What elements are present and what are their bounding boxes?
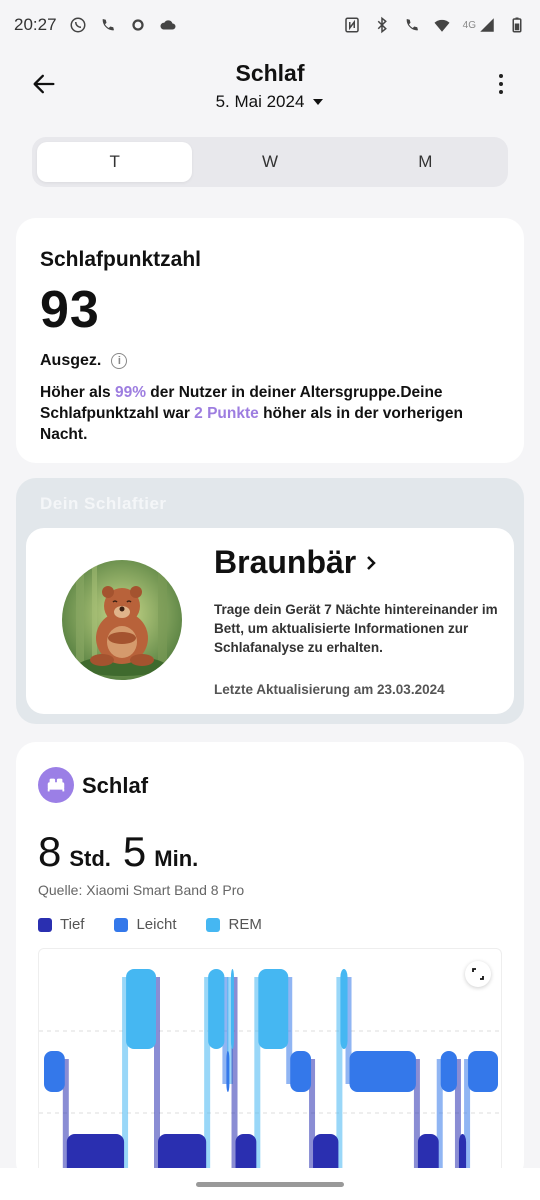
sleep-stage-segment-leicht (44, 1051, 65, 1092)
status-time: 20:27 (14, 15, 57, 34)
nfc-icon (343, 16, 361, 34)
legend-item-deep: Tief (38, 916, 84, 933)
signal-icon (478, 16, 496, 34)
sleep-score-card[interactable]: Schlafpunktzahl 93 Ausgez. i Höher als 9… (16, 218, 524, 463)
date-picker[interactable]: 5. Mai 2024 (0, 92, 540, 112)
sleep-stage-segment-leicht (440, 1051, 457, 1092)
more-dot-icon (499, 82, 503, 86)
score-desc-percent: 99% (114, 384, 146, 401)
score-desc-part1: Höher als (40, 384, 115, 401)
home-gesture-handle[interactable] (196, 1182, 344, 1187)
tab-week[interactable]: W (192, 142, 347, 182)
sleep-stage-segment-rem (230, 969, 234, 1049)
score-desc-points: 2 Punkte (194, 405, 259, 422)
period-tabs: T W M (32, 137, 508, 187)
legend-label-deep: Tief (60, 916, 85, 933)
sleep-stage-segment-rem (126, 969, 156, 1049)
whatsapp-icon (69, 16, 87, 34)
sleep-stage-segment-leicht (290, 1051, 312, 1092)
score-description: Höher als 99% der Nutzer in deiner Alter… (40, 382, 500, 445)
legend-label-light: Leicht (136, 916, 177, 933)
sleep-animal-description: Trage dein Gerät 7 Nächte hintereinander… (214, 602, 498, 655)
legend-item-rem: REM (206, 916, 262, 933)
duration-hours: 8 (38, 828, 62, 875)
sleep-animal-name: Braunbär (214, 544, 357, 580)
status-left: 20:27 (14, 15, 177, 35)
sleep-animal-updated: Letzte Aktualisierung am 23.03.2024 (214, 682, 445, 697)
app-bar: Schlaf 5. Mai 2024 (0, 52, 540, 122)
duration-minutes: 5 (122, 828, 147, 875)
bear-avatar-image (62, 560, 182, 680)
sleep-duration: 8 Std. 5 Min. (38, 828, 202, 876)
sleep-stage-chart-svg (39, 969, 503, 1182)
score-title: Schlafpunktzahl (40, 248, 202, 271)
legend-swatch-rem (206, 917, 221, 932)
legend-swatch-deep (38, 917, 52, 932)
score-value: 93 (40, 281, 100, 339)
chart-legend: Tief Leicht REM (38, 916, 262, 933)
data-source: Quelle: Xiaomi Smart Band 8 Pro (38, 882, 245, 898)
score-quality: Ausgez. (40, 352, 102, 369)
sleep-stage-segment-leicht (468, 1051, 498, 1092)
sleep-animal-name-link[interactable]: Braunbär (214, 544, 378, 581)
more-options-button[interactable] (486, 64, 516, 104)
duration-hours-unit: Std. (69, 846, 111, 871)
expand-icon (472, 968, 484, 980)
sleep-stage-segment-leicht (226, 1051, 230, 1092)
bed-icon (38, 767, 74, 803)
more-dot-icon (499, 90, 503, 94)
page-title: Schlaf (235, 60, 305, 86)
more-dot-icon (499, 74, 503, 78)
status-right: 4G (343, 16, 526, 34)
status-bar: 20:27 4G (0, 0, 540, 50)
legend-label-rem: REM (228, 916, 262, 933)
date-label: 5. Mai 2024 (215, 92, 305, 111)
sleep-stage-segment-leicht (349, 1051, 416, 1092)
tab-month[interactable]: M (348, 142, 503, 182)
sleep-animal-section: Dein Schlaftier Braunbär Trage dein Gerä… (16, 478, 524, 724)
caret-down-icon (313, 99, 324, 105)
sleep-stage-chart[interactable] (38, 948, 503, 1182)
sleep-stage-segment-rem (258, 969, 289, 1049)
sleep-title: Schlaf (82, 773, 149, 798)
score-quality-row: Ausgez. i (40, 352, 500, 370)
battery-icon (508, 16, 526, 34)
sleep-animal-label: Dein Schlaftier (40, 494, 167, 513)
expand-chart-button[interactable] (465, 961, 491, 987)
circle-icon (129, 16, 147, 34)
sleep-animal-card[interactable]: Braunbär Trage dein Gerät 7 Nächte hinte… (26, 528, 514, 714)
duration-minutes-unit: Min. (154, 846, 199, 871)
chevron-right-icon (367, 555, 377, 570)
system-nav-bar (0, 1168, 540, 1200)
network-label: 4G (462, 19, 476, 31)
bluetooth-icon (373, 16, 391, 34)
info-icon[interactable]: i (111, 353, 128, 369)
tab-day[interactable]: T (37, 142, 193, 182)
legend-item-light: Leicht (114, 916, 176, 933)
sleep-stage-segment-rem (208, 969, 225, 1049)
cloud-icon (159, 16, 177, 34)
wifi-icon (433, 16, 451, 34)
call-icon (403, 16, 421, 34)
sleep-detail-card[interactable]: Schlaf 8 Std. 5 Min. Quelle: Xiaomi Smar… (16, 742, 524, 1182)
sleep-stage-segment-rem (340, 969, 348, 1049)
wifi-call-icon (99, 16, 117, 34)
legend-swatch-light (114, 917, 129, 932)
